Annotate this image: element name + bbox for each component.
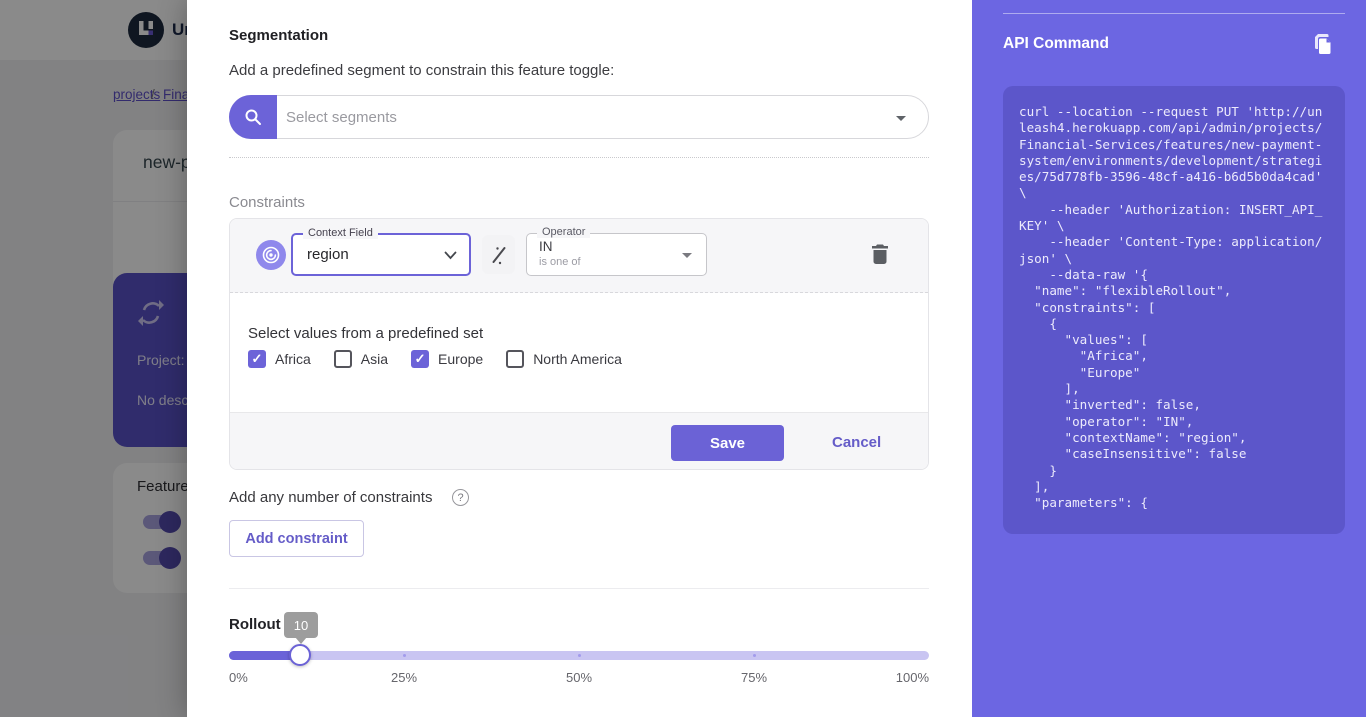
slider-tick: [578, 654, 581, 657]
segmentation-title: Segmentation: [229, 27, 328, 44]
rollout-value-tooltip: 10: [284, 612, 318, 638]
segments-placeholder: Select segments: [286, 109, 397, 126]
search-button[interactable]: [229, 95, 277, 139]
curl-command-block: curl --location --request PUT 'http://un…: [1003, 86, 1345, 534]
trash-icon: [870, 243, 890, 265]
tick-label-100: 100%: [869, 670, 929, 685]
checkbox-label: Africa: [275, 351, 311, 367]
curl-command-text: curl --location --request PUT 'http://un…: [1019, 104, 1329, 511]
section-divider: [229, 588, 929, 589]
operator-select[interactable]: Operator IN is one of: [526, 233, 707, 276]
panel-top-divider: [1003, 13, 1345, 14]
dotted-divider: [229, 157, 929, 158]
select-segments-input[interactable]: Select segments: [229, 95, 929, 139]
copy-icon: [1310, 32, 1334, 56]
rollout-label: Rollout: [229, 616, 281, 633]
checkbox-europe[interactable]: ✓ Europe: [411, 350, 483, 368]
chevron-down-icon: [682, 253, 692, 258]
add-constraints-hint: Add any number of constraints: [229, 489, 432, 506]
add-constraint-button[interactable]: Add constraint: [229, 520, 364, 557]
checkbox-unchecked-icon[interactable]: [506, 350, 524, 368]
checkbox-checked-icon[interactable]: ✓: [248, 350, 266, 368]
save-button[interactable]: Save: [671, 425, 784, 461]
tick-label-0: 0%: [229, 670, 289, 685]
cancel-button[interactable]: Cancel: [832, 434, 881, 451]
constraint-values-section: Select values from a predefined set ✓ Af…: [230, 293, 928, 412]
constraints-label: Constraints: [229, 194, 305, 211]
checkbox-label: North America: [533, 351, 622, 367]
operator-value: IN: [539, 239, 553, 254]
chevron-down-icon[interactable]: [896, 116, 906, 121]
strikethrough-icon: [488, 244, 510, 266]
checkbox-label: Asia: [361, 351, 388, 367]
rollout-slider-thumb[interactable]: [289, 644, 311, 666]
constraint-footer: Save Cancel: [230, 412, 928, 470]
search-icon: [243, 107, 263, 127]
api-command-title: API Command: [1003, 35, 1109, 53]
tick-label-25: 25%: [374, 670, 434, 685]
tick-label-75: 75%: [724, 670, 784, 685]
operator-description: is one of: [539, 256, 581, 268]
slider-tick: [753, 654, 756, 657]
copy-command-button[interactable]: [1310, 32, 1334, 56]
checkbox-north-america[interactable]: North America: [506, 350, 622, 368]
values-checkbox-row: ✓ Africa Asia ✓ Europe North America: [248, 350, 622, 368]
context-field-value: region: [307, 246, 349, 263]
context-field-select[interactable]: Context Field region: [291, 233, 471, 276]
checkbox-asia[interactable]: Asia: [334, 350, 388, 368]
negate-constraint-button[interactable]: [482, 235, 515, 274]
screen: Unleash projects / Financial-Services ne…: [0, 0, 1366, 717]
checkbox-checked-icon[interactable]: ✓: [411, 350, 429, 368]
help-icon[interactable]: ?: [452, 489, 469, 506]
tick-label-50: 50%: [549, 670, 609, 685]
context-target-icon: [256, 240, 286, 270]
chevron-down-icon: [444, 251, 457, 260]
tooltip-pointer: [295, 637, 307, 644]
checkbox-unchecked-icon[interactable]: [334, 350, 352, 368]
checkbox-africa[interactable]: ✓ Africa: [248, 350, 311, 368]
context-field-label: Context Field: [303, 227, 378, 239]
constraint-card: Context Field region Operator IN is one …: [229, 218, 929, 470]
values-title: Select values from a predefined set: [248, 325, 483, 342]
slider-tick: [403, 654, 406, 657]
delete-constraint-button[interactable]: [870, 243, 892, 267]
constraint-header: Context Field region Operator IN is one …: [230, 219, 928, 293]
operator-label: Operator: [537, 226, 590, 238]
segmentation-subtitle: Add a predefined segment to constrain th…: [229, 62, 614, 79]
checkbox-label: Europe: [438, 351, 483, 367]
